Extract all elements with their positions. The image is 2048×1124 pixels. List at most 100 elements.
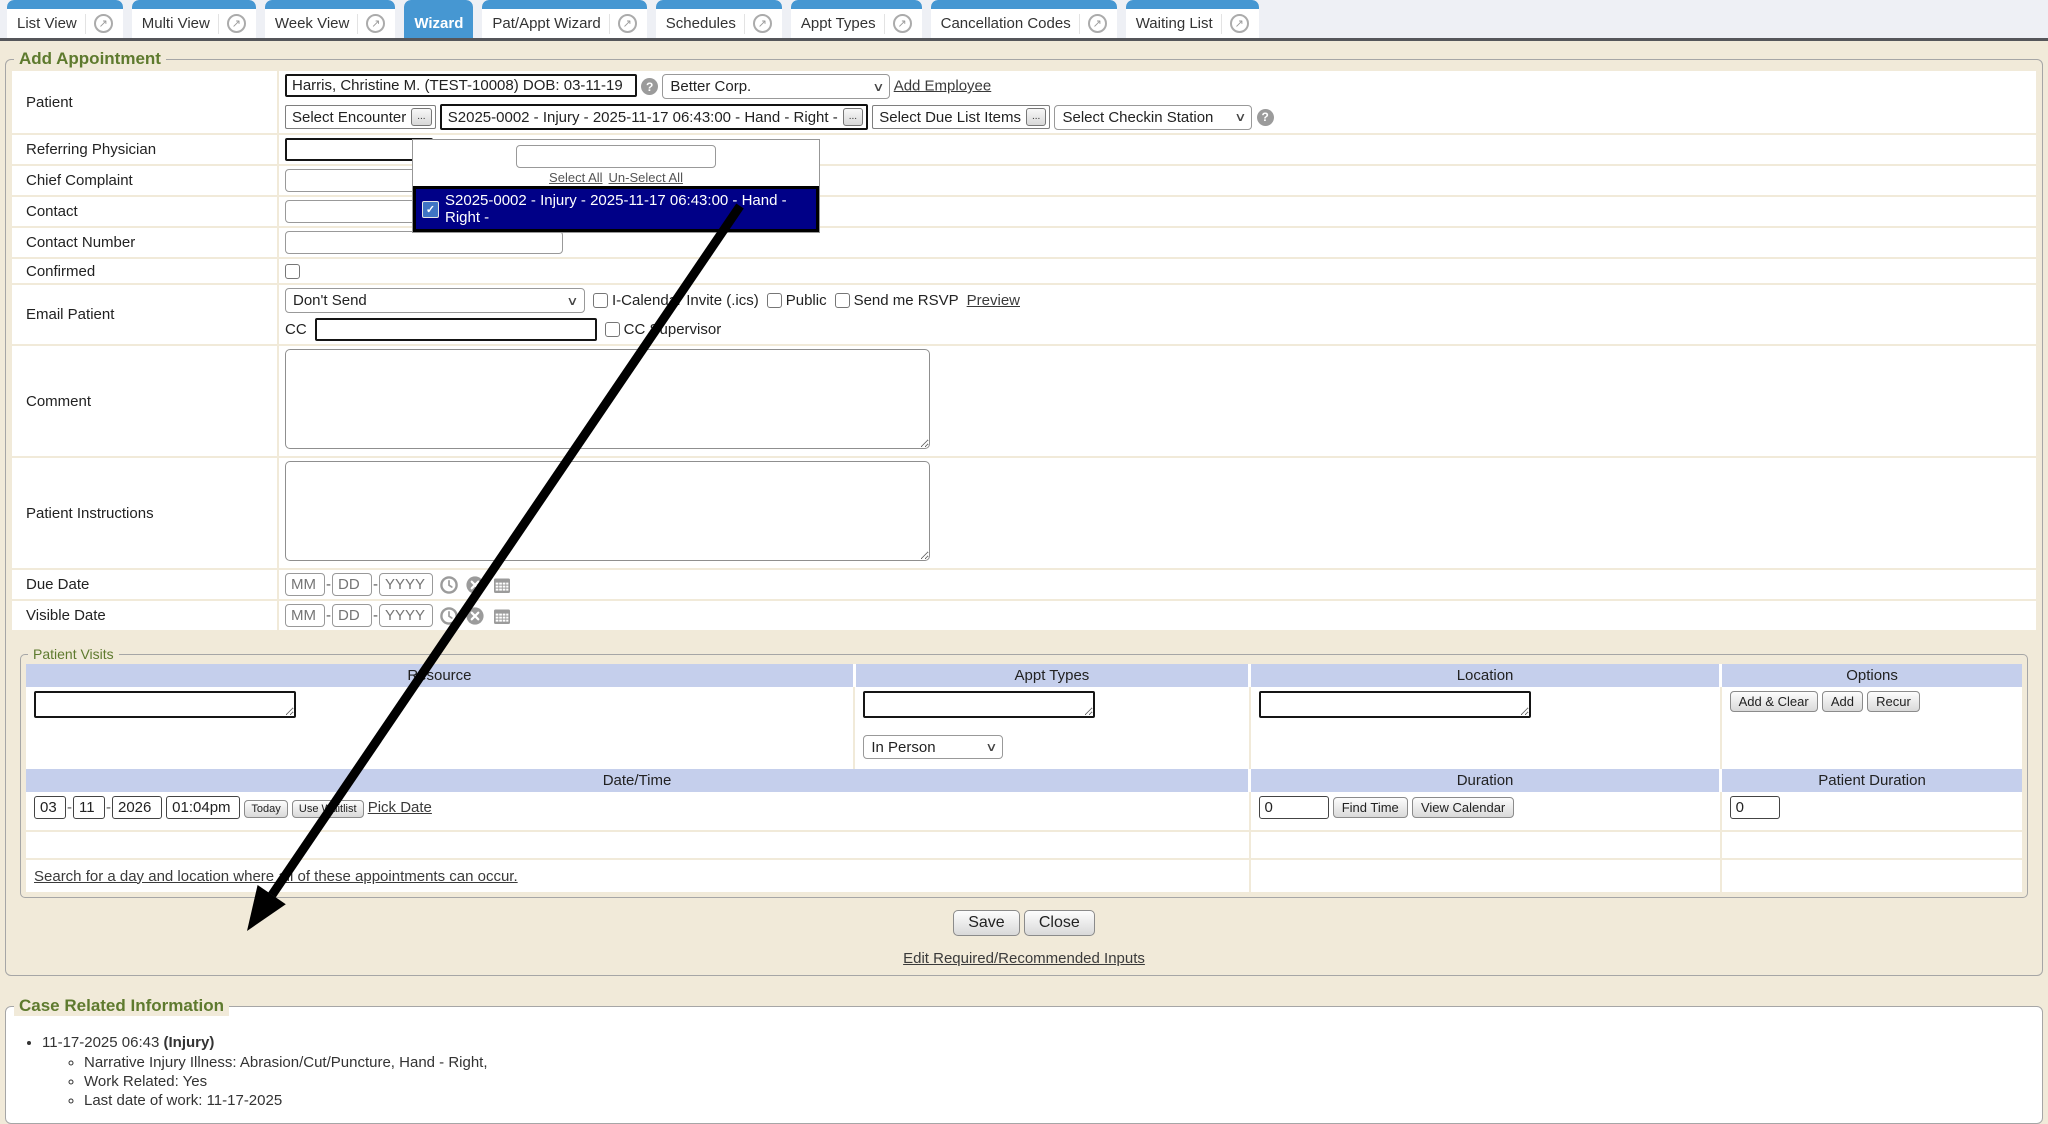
tab-week-view[interactable]: Week View↗ bbox=[265, 0, 395, 38]
tab-divider bbox=[884, 14, 885, 34]
view-calendar-button[interactable]: View Calendar bbox=[1412, 797, 1514, 818]
tab-divider bbox=[1221, 14, 1222, 34]
popout-icon[interactable]: ↗ bbox=[366, 14, 385, 33]
edit-required-inputs-link[interactable]: Edit Required/Recommended Inputs bbox=[903, 950, 1145, 967]
popout-icon[interactable]: ↗ bbox=[1088, 14, 1107, 33]
due-date-day-input[interactable] bbox=[332, 573, 372, 596]
appt-types-input[interactable] bbox=[863, 691, 1095, 718]
tab-multi-view[interactable]: Multi View↗ bbox=[132, 0, 256, 38]
public-checkbox[interactable] bbox=[767, 293, 782, 308]
patient-name-input[interactable] bbox=[285, 74, 637, 97]
resource-input[interactable] bbox=[34, 691, 296, 718]
encounter-search-input[interactable] bbox=[516, 145, 716, 168]
cc-supervisor-checkbox[interactable] bbox=[605, 322, 620, 337]
clear-icon[interactable] bbox=[465, 606, 485, 626]
due-list-browse-button[interactable]: ... bbox=[1026, 108, 1046, 126]
due-list-box[interactable]: Select Due List Items... bbox=[872, 105, 1050, 129]
location-input[interactable] bbox=[1259, 691, 1531, 718]
case-entry-list: 11-17-2025 06:43 (Injury) Narrative Inju… bbox=[42, 1034, 2036, 1109]
referring-physician-input[interactable] bbox=[285, 138, 433, 161]
tab-cancellation-codes[interactable]: Cancellation Codes↗ bbox=[931, 0, 1117, 38]
tab-pat-appt-wizard[interactable]: Pat/Appt Wizard↗ bbox=[482, 0, 646, 38]
unselect-all-link[interactable]: Un-Select All bbox=[609, 170, 683, 185]
due-date-month-input[interactable] bbox=[285, 573, 325, 596]
encounter-dropdown-panel: Select All Un-Select All ✓ S2025-0002 - I… bbox=[412, 139, 820, 233]
visible-date-year-input[interactable] bbox=[379, 604, 433, 627]
encounter-dropdown-item[interactable]: ✓ S2025-0002 - Injury - 2025-11-17 06:43… bbox=[413, 186, 819, 232]
add-and-clear-button[interactable]: Add & Clear bbox=[1730, 691, 1818, 712]
visit-day-input[interactable] bbox=[73, 796, 105, 819]
popout-icon[interactable]: ↗ bbox=[227, 14, 246, 33]
rsvp-checkbox[interactable] bbox=[835, 293, 850, 308]
search-day-location-link[interactable]: Search for a day and location where all … bbox=[34, 868, 518, 885]
today-button[interactable]: Today bbox=[244, 800, 287, 818]
contact-number-input[interactable] bbox=[285, 231, 563, 254]
clock-icon[interactable] bbox=[439, 606, 459, 626]
tab-list-view[interactable]: List View↗ bbox=[7, 0, 123, 38]
select-all-link[interactable]: Select All bbox=[549, 170, 602, 185]
visit-month-input[interactable] bbox=[34, 796, 66, 819]
checkin-station-select[interactable]: Select Checkin Station∨ bbox=[1054, 105, 1252, 130]
select-encounter-browse-button[interactable]: ... bbox=[411, 108, 431, 126]
calendar-icon[interactable] bbox=[492, 575, 512, 595]
tab-cap bbox=[482, 0, 646, 9]
rsvp-option[interactable]: Send me RSVP bbox=[835, 292, 959, 309]
popout-icon[interactable]: ↗ bbox=[618, 14, 637, 33]
contact-label: Contact bbox=[12, 196, 278, 227]
field-row-chief-complaint: Chief Complaint bbox=[12, 165, 2036, 196]
popout-icon[interactable]: ↗ bbox=[94, 14, 113, 33]
checkin-help-icon[interactable]: ? bbox=[1257, 109, 1274, 126]
patient-help-icon[interactable]: ? bbox=[641, 78, 658, 95]
checked-checkbox-icon[interactable]: ✓ bbox=[422, 201, 439, 218]
popout-icon[interactable]: ↗ bbox=[1230, 14, 1249, 33]
cc-input[interactable] bbox=[315, 318, 597, 341]
patient-duration-header: Patient Duration bbox=[1721, 769, 2022, 792]
patient-duration-input[interactable] bbox=[1730, 796, 1780, 819]
recur-button[interactable]: Recur bbox=[1867, 691, 1920, 712]
case-detail-item: Work Related: Yes bbox=[84, 1073, 2036, 1090]
confirmed-checkbox[interactable] bbox=[285, 264, 300, 279]
case-entry-date: 11-17-2025 06:43 bbox=[42, 1034, 159, 1051]
public-option[interactable]: Public bbox=[767, 292, 827, 309]
close-button[interactable]: Close bbox=[1024, 910, 1095, 936]
add-employee-link[interactable]: Add Employee bbox=[894, 77, 992, 94]
tab-cap bbox=[7, 0, 123, 9]
due-date-year-input[interactable] bbox=[379, 573, 433, 596]
appt-mode-select[interactable]: In Person∨ bbox=[863, 735, 1003, 759]
ical-invite-checkbox[interactable] bbox=[593, 293, 608, 308]
select-encounter-box[interactable]: Select Encounter... bbox=[285, 105, 436, 129]
clock-icon[interactable] bbox=[439, 575, 459, 595]
patient-instructions-textarea[interactable] bbox=[285, 461, 930, 561]
tab-appt-types[interactable]: Appt Types↗ bbox=[791, 0, 922, 38]
clear-icon[interactable] bbox=[465, 575, 485, 595]
visit-year-input[interactable] bbox=[112, 796, 162, 819]
cc-supervisor-option[interactable]: CC Supervisor bbox=[605, 321, 722, 338]
find-time-button[interactable]: Find Time bbox=[1333, 797, 1408, 818]
encounter-browse-button[interactable]: ... bbox=[843, 108, 863, 126]
visit-time-input[interactable] bbox=[166, 796, 240, 819]
add-button[interactable]: Add bbox=[1822, 691, 1863, 712]
save-button[interactable]: Save bbox=[953, 910, 1019, 936]
tab-waiting-list[interactable]: Waiting List↗ bbox=[1126, 0, 1259, 38]
ical-invite-option[interactable]: I-Calendar Invite (.ics) bbox=[593, 292, 759, 309]
visible-date-month-input[interactable] bbox=[285, 604, 325, 627]
company-select[interactable]: Better Corp.∨ bbox=[662, 74, 890, 99]
preview-link[interactable]: Preview bbox=[967, 292, 1020, 309]
tab-wizard[interactable]: Wizard bbox=[404, 0, 473, 38]
duration-input[interactable] bbox=[1259, 796, 1329, 819]
encounter-value-box[interactable]: S2025-0002 - Injury - 2025-11-17 06:43:0… bbox=[440, 104, 868, 130]
case-entry: 11-17-2025 06:43 (Injury) Narrative Inju… bbox=[42, 1034, 2036, 1109]
comment-textarea[interactable] bbox=[285, 349, 930, 449]
tab-label: Wizard bbox=[414, 15, 463, 32]
use-waitlist-button[interactable]: Use Waitlist bbox=[292, 800, 364, 818]
visible-date-day-input[interactable] bbox=[332, 604, 372, 627]
visible-date-label: Visible Date bbox=[12, 600, 278, 631]
email-send-select[interactable]: Don't Send∨ bbox=[285, 288, 585, 313]
tab-schedules[interactable]: Schedules↗ bbox=[656, 0, 782, 38]
datetime-header: Date/Time bbox=[26, 769, 1250, 792]
calendar-icon[interactable] bbox=[492, 606, 512, 626]
popout-icon[interactable]: ↗ bbox=[893, 14, 912, 33]
resource-header: Resource bbox=[26, 664, 854, 687]
popout-icon[interactable]: ↗ bbox=[753, 14, 772, 33]
pick-date-link[interactable]: Pick Date bbox=[368, 799, 432, 816]
